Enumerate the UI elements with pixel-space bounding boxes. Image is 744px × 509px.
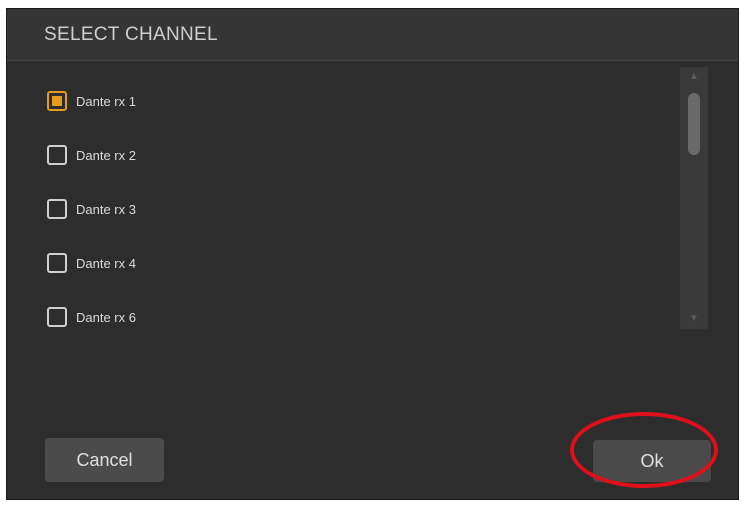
vertical-scrollbar[interactable]: ▲ ▼ bbox=[680, 67, 708, 329]
channel-label: Dante rx 2 bbox=[76, 147, 136, 163]
checkbox-unchecked-icon[interactable] bbox=[47, 145, 67, 165]
checkbox-unchecked-icon[interactable] bbox=[47, 199, 67, 219]
scroll-up-triangle-icon[interactable]: ▲ bbox=[680, 67, 708, 87]
channel-item-1[interactable]: Dante rx 1 bbox=[47, 86, 136, 116]
checkbox-unchecked-icon[interactable] bbox=[47, 253, 67, 273]
channel-list: Dante rx 1 Dante rx 2 Dante rx 3 Dante r… bbox=[47, 74, 647, 334]
cancel-button[interactable]: Cancel bbox=[45, 438, 164, 482]
channel-label: Dante rx 6 bbox=[76, 309, 136, 325]
checkbox-checked-icon[interactable] bbox=[47, 91, 67, 111]
checkbox-unchecked-icon[interactable] bbox=[47, 307, 67, 327]
channel-label: Dante rx 4 bbox=[76, 255, 136, 271]
channel-item-6[interactable]: Dante rx 6 bbox=[47, 302, 136, 332]
scroll-down-triangle-icon[interactable]: ▼ bbox=[680, 309, 708, 329]
channel-item-4[interactable]: Dante rx 4 bbox=[47, 248, 136, 278]
channel-item-3[interactable]: Dante rx 3 bbox=[47, 194, 136, 224]
scrollbar-thumb[interactable] bbox=[688, 93, 700, 155]
channel-label: Dante rx 3 bbox=[76, 201, 136, 217]
channel-label: Dante rx 1 bbox=[76, 93, 136, 109]
select-channel-dialog: SELECT CHANNEL Dante rx 1 Dante rx 2 Dan… bbox=[6, 8, 739, 500]
ok-button[interactable]: Ok bbox=[593, 440, 711, 482]
dialog-title: SELECT CHANNEL bbox=[44, 24, 218, 45]
channel-item-2[interactable]: Dante rx 2 bbox=[47, 140, 136, 170]
dialog-title-bar: SELECT CHANNEL bbox=[7, 9, 738, 61]
